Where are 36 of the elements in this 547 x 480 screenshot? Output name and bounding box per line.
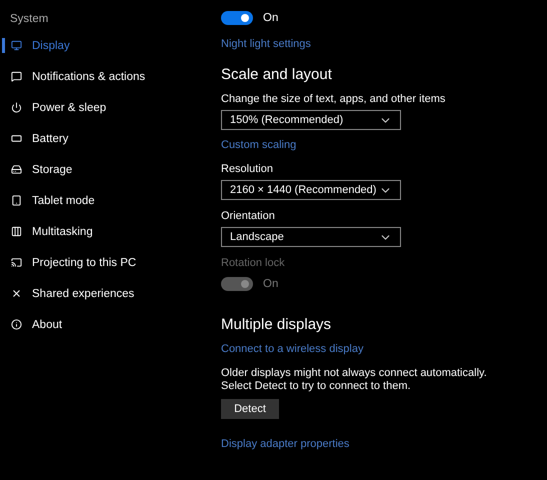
power-icon — [11, 102, 22, 113]
dropdown-field[interactable]: Landscape — [221, 227, 401, 247]
section-heading: Multiple displays — [221, 316, 332, 333]
sidebar-item[interactable]: Shared experiences — [0, 278, 200, 309]
field-label: Orientation — [221, 210, 276, 222]
drive-icon — [11, 164, 22, 175]
dropdown-field[interactable]: 2160 × 1440 (Recommended) — [221, 180, 401, 200]
custom-scaling-link[interactable]: Custom scaling — [221, 139, 296, 151]
info-icon — [11, 319, 22, 330]
night-light-settings-link[interactable]: Night light settings — [221, 38, 311, 50]
dropdown-field[interactable]: 150% (Recommended) — [221, 110, 401, 130]
sidebar-item[interactable]: Multitasking — [0, 216, 200, 247]
display-adapter-link[interactable]: Display adapter properties — [221, 438, 350, 450]
field-label: Rotation lock — [221, 257, 286, 269]
sidebar-item[interactable]: Battery — [0, 123, 200, 154]
sidebar-heading: System — [9, 13, 50, 25]
sidebar-item[interactable]: Display — [0, 30, 200, 61]
monitor-icon — [11, 40, 22, 51]
sidebar-item[interactable]: Storage — [0, 154, 200, 185]
sidebar-item[interactable]: About — [0, 309, 200, 340]
sidebar-item[interactable]: Projecting to this PC — [0, 247, 200, 278]
description-text: Older displays might not always connect automatically. Select Detect to try to connect to them. — [221, 367, 488, 393]
section-heading: Scale and layout — [221, 66, 333, 83]
sidebar-item[interactable]: Notifications & actions — [0, 61, 200, 92]
toggle-state-label: On — [263, 278, 278, 290]
toggle-switch[interactable] — [221, 11, 253, 25]
tablet-icon — [11, 195, 22, 206]
field-label: Change the size of text, apps, and other items — [221, 93, 446, 105]
speech-bubble-icon — [11, 71, 22, 82]
detect-button[interactable]: Detect — [221, 399, 279, 419]
wireless-display-link[interactable]: Connect to a wireless display — [221, 343, 364, 355]
toggle-state-label: On — [263, 12, 278, 24]
sidebar-item[interactable]: Tablet mode — [0, 185, 200, 216]
battery-icon — [11, 133, 22, 144]
field-label: Resolution — [221, 163, 274, 175]
sidebar-item[interactable]: Power & sleep — [0, 92, 200, 123]
